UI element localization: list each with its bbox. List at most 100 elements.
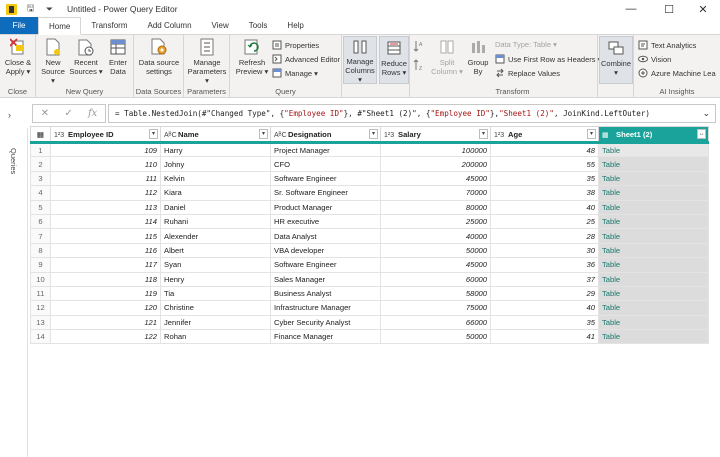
cell-name[interactable]: Harry <box>160 141 271 158</box>
row-number[interactable]: 10 <box>30 271 51 287</box>
cell-age[interactable]: 30 <box>490 242 599 259</box>
text-analytics-button[interactable]: Text Analytics <box>638 40 696 50</box>
cell-sheet1-table-link[interactable]: Table <box>598 185 709 201</box>
tab-add-column[interactable]: Add Column <box>138 17 202 34</box>
minimize-button[interactable]: — <box>614 0 648 18</box>
cell-designation[interactable]: Finance Manager <box>270 329 381 345</box>
table-row[interactable]: 3 111 Kelvin Software Engineer 45000 35 Table <box>30 170 709 187</box>
cell-name[interactable]: Johny <box>160 156 271 172</box>
expand-formula-icon[interactable]: ⌄ <box>702 108 710 119</box>
accept-formula-icon[interactable]: ✓ <box>64 108 72 119</box>
cell-designation[interactable]: CFO <box>270 156 381 172</box>
cell-sheet1-table-link[interactable]: Table <box>598 257 709 273</box>
row-number[interactable]: 6 <box>30 213 51 230</box>
replace-values-button[interactable]: Replace Values <box>495 68 560 78</box>
table-row[interactable]: 7 115 Alexender Data Analyst 40000 28 Table <box>30 228 709 244</box>
data-type-dropdown[interactable]: Data Type: Table ▾ <box>495 40 557 49</box>
cell-employee-id[interactable]: 121 <box>50 314 161 331</box>
cell-salary[interactable]: 100000 <box>380 141 491 158</box>
column-header-name[interactable]: AᴮCName ▾ <box>160 126 271 144</box>
cell-name[interactable]: Alexender <box>160 228 271 244</box>
table-row[interactable]: 5 113 Daniel Product Manager 80000 40 Table <box>30 199 709 215</box>
cell-employee-id[interactable]: 116 <box>50 242 161 259</box>
filter-dropdown-icon[interactable]: ▾ <box>369 129 378 139</box>
save-icon[interactable]: 🖫 <box>25 3 36 15</box>
cell-age[interactable]: 37 <box>490 271 599 287</box>
cell-name[interactable]: Henry <box>160 271 271 287</box>
row-number[interactable]: 2 <box>30 156 51 172</box>
cell-sheet1-table-link[interactable]: Table <box>598 156 709 172</box>
table-row[interactable]: 8 116 Albert VBA developer 50000 30 Table <box>30 242 709 259</box>
tab-help[interactable]: Help <box>277 17 313 34</box>
number-type-icon[interactable]: 1²3 <box>54 132 68 139</box>
cell-age[interactable]: 41 <box>490 329 599 345</box>
cell-salary[interactable]: 50000 <box>380 242 491 259</box>
column-header-employee-id[interactable]: 1²3 Employee ID ▾ <box>50 126 161 144</box>
properties-button[interactable]: Properties <box>272 40 319 50</box>
row-number[interactable]: 4 <box>30 185 51 201</box>
cell-employee-id[interactable]: 110 <box>50 156 161 172</box>
cell-employee-id[interactable]: 118 <box>50 271 161 287</box>
column-header-designation[interactable]: AᴮCDesignation ▾ <box>270 126 381 144</box>
cell-designation[interactable]: Sales Manager <box>270 271 381 287</box>
tab-file[interactable]: File <box>0 17 38 34</box>
cell-age[interactable]: 36 <box>490 257 599 273</box>
table-row[interactable]: 11 119 Tia Business Analyst 58000 29 Table <box>30 285 709 302</box>
reduce-rows-button[interactable]: Reduce Rows ▾ <box>379 36 409 84</box>
cell-designation[interactable]: Project Manager <box>270 141 381 158</box>
table-row[interactable]: 6 114 Ruhani HR executive 25000 25 Table <box>30 213 709 230</box>
number-type-icon[interactable]: 1²3 <box>494 132 508 139</box>
table-row[interactable]: 10 118 Henry Sales Manager 60000 37 Table <box>30 271 709 287</box>
cell-salary[interactable]: 200000 <box>380 156 491 172</box>
cell-employee-id[interactable]: 115 <box>50 228 161 244</box>
queries-pane[interactable] <box>0 128 28 457</box>
cell-age[interactable]: 35 <box>490 170 599 187</box>
cell-employee-id[interactable]: 117 <box>50 257 161 273</box>
use-first-row-headers-button[interactable]: Use First Row as Headers ▾ <box>495 54 601 64</box>
column-header-age[interactable]: 1²3 Age ▾ <box>490 126 599 144</box>
text-type-icon[interactable]: AᴮC <box>164 132 178 139</box>
cell-name[interactable]: Tia <box>160 285 271 302</box>
manage-columns-button[interactable]: Manage Columns ▾ <box>343 36 377 84</box>
cell-salary[interactable]: 50000 <box>380 329 491 345</box>
cell-name[interactable]: Ruhani <box>160 213 271 230</box>
row-number[interactable]: 11 <box>30 285 51 302</box>
filter-dropdown-icon[interactable]: ▾ <box>259 129 268 139</box>
sort-descending-icon[interactable]: Z <box>413 59 423 71</box>
expand-column-icon[interactable]: ↔ <box>697 129 706 139</box>
data-source-settings-button[interactable]: Data source settings <box>136 38 182 76</box>
table-row[interactable]: 14 122 Rohan Finance Manager 50000 41 Table <box>30 329 709 345</box>
cell-sheet1-table-link[interactable]: Table <box>598 228 709 244</box>
cell-designation[interactable]: Product Manager <box>270 199 381 215</box>
tab-home[interactable]: Home <box>38 17 82 35</box>
table-row[interactable]: 9 117 Syan Software Engineer 45000 36 Table <box>30 257 709 273</box>
cell-salary[interactable]: 60000 <box>380 271 491 287</box>
number-type-icon[interactable]: 1²3 <box>384 132 398 139</box>
row-number[interactable]: 5 <box>30 199 51 215</box>
cell-employee-id[interactable]: 109 <box>50 141 161 158</box>
cell-salary[interactable]: 45000 <box>380 257 491 273</box>
cell-name[interactable]: Kiara <box>160 185 271 201</box>
cell-name[interactable]: Syan <box>160 257 271 273</box>
cell-name[interactable]: Albert <box>160 242 271 259</box>
close-apply-button[interactable]: Close & Apply ▾ <box>3 38 33 76</box>
close-window-button[interactable]: ✕ <box>686 0 720 18</box>
filter-dropdown-icon[interactable]: ▾ <box>587 129 596 139</box>
sort-ascending-icon[interactable]: A <box>413 40 423 52</box>
row-number[interactable]: 13 <box>30 314 51 331</box>
cell-designation[interactable]: Sr. Software Engineer <box>270 185 381 201</box>
cell-age[interactable]: 48 <box>490 141 599 158</box>
cell-salary[interactable]: 66000 <box>380 314 491 331</box>
row-number[interactable]: 14 <box>30 329 51 345</box>
row-number[interactable]: 7 <box>30 228 51 244</box>
cell-salary[interactable]: 25000 <box>380 213 491 230</box>
formula-input[interactable]: = Table.NestedJoin(#"Changed Type", {"Em… <box>108 104 716 123</box>
cell-designation[interactable]: Data Analyst <box>270 228 381 244</box>
row-number[interactable]: 3 <box>30 170 51 187</box>
split-column-button[interactable]: Split Column ▾ <box>431 38 463 76</box>
new-source-button[interactable]: New Source ▾ <box>39 38 67 85</box>
azure-ml-button[interactable]: Azure Machine Lea <box>638 68 716 78</box>
table-row[interactable]: 1 109 Harry Project Manager 100000 48 Table <box>30 141 709 158</box>
refresh-preview-button[interactable]: Refresh Preview ▾ <box>235 38 269 76</box>
vision-button[interactable]: Vision <box>638 54 671 64</box>
